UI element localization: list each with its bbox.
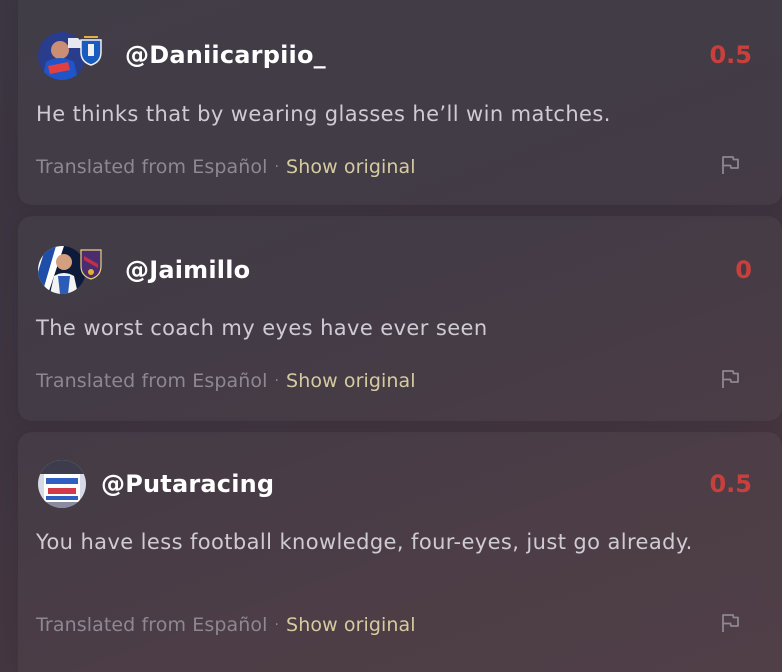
separator: · — [274, 159, 280, 175]
show-original-link[interactable]: Show original — [286, 156, 416, 178]
comment-card: @Daniicarpiio_ 0.5 He thinks that by wea… — [18, 0, 782, 205]
comment-text: You have less football knowledge, four-e… — [36, 530, 693, 554]
show-original-link[interactable]: Show original — [286, 614, 416, 636]
translated-label: Translated from Español — [36, 156, 268, 178]
user-avatar-icon[interactable] — [38, 460, 86, 508]
show-original-link[interactable]: Show original — [286, 370, 416, 392]
flag-icon[interactable] — [720, 369, 740, 389]
username[interactable]: @Putaracing — [101, 470, 274, 498]
separator: · — [274, 373, 280, 389]
flag-icon[interactable] — [720, 155, 740, 175]
username[interactable]: @Jaimillo — [125, 256, 250, 284]
translated-label: Translated from Español — [36, 614, 268, 636]
score-badge: 0.5 — [709, 470, 752, 498]
club-crest-icon — [78, 248, 104, 280]
separator: · — [274, 617, 280, 633]
translation-info: Translated from Español · Show original — [36, 370, 416, 392]
translated-label: Translated from Español — [36, 370, 268, 392]
comment-card: @Putaracing 0.5 You have less football k… — [18, 432, 782, 672]
translation-info: Translated from Español · Show original — [36, 156, 416, 178]
score-badge: 0 — [735, 256, 752, 284]
comment-card: @Jaimillo 0 The worst coach my eyes have… — [18, 216, 782, 421]
username[interactable]: @Daniicarpiio_ — [125, 41, 326, 69]
translation-info: Translated from Español · Show original — [36, 614, 416, 636]
comment-text: The worst coach my eyes have ever seen — [36, 316, 488, 340]
score-badge: 0.5 — [709, 41, 752, 69]
club-crest-icon — [78, 34, 104, 66]
flag-icon[interactable] — [720, 613, 740, 633]
comment-text: He thinks that by wearing glasses he’ll … — [36, 102, 611, 126]
